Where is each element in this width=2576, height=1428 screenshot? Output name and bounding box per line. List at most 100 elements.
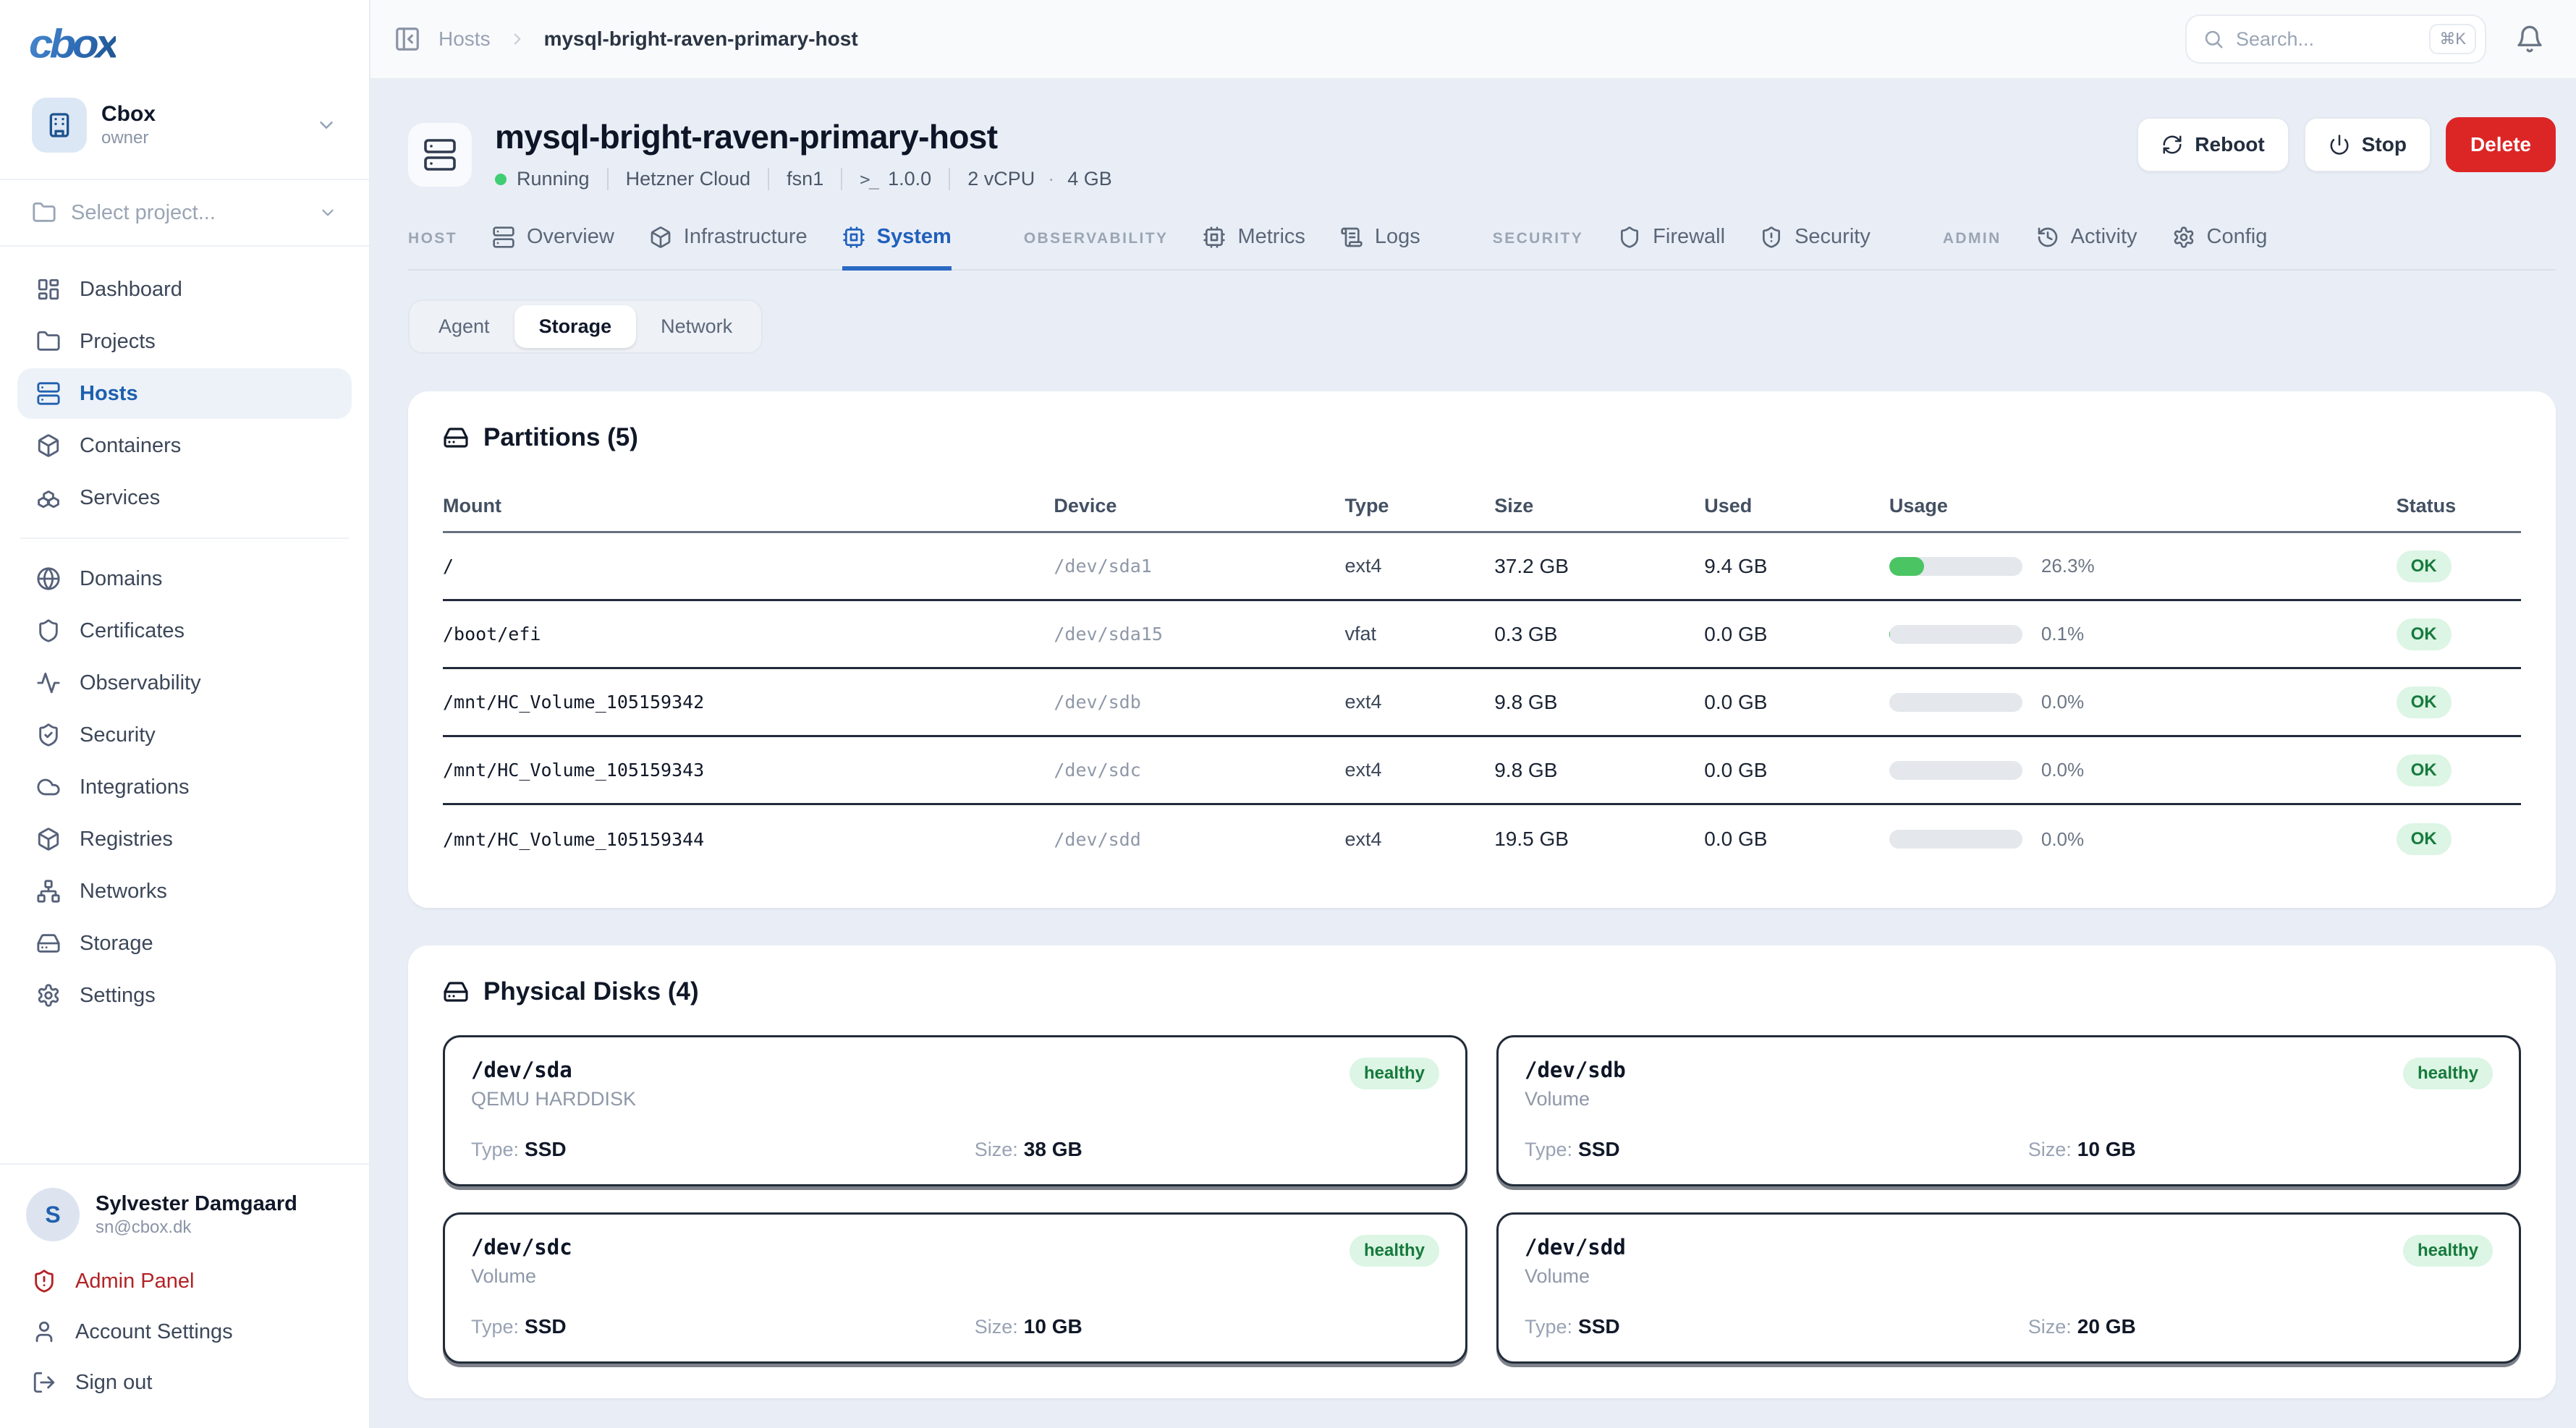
- table-row: /mnt/HC_Volume_105159344 /dev/sdd ext4 1…: [443, 805, 2521, 873]
- host-tabbar: HOST Overview Infrastructure System OBSE…: [408, 225, 2556, 271]
- delete-label: Delete: [2470, 133, 2531, 156]
- sidebar-item-networks[interactable]: Networks: [17, 866, 352, 917]
- cell-device: /dev/sdc: [1054, 760, 1344, 781]
- sidebar-item-security[interactable]: Security: [17, 710, 352, 760]
- account-settings-link[interactable]: Account Settings: [17, 1306, 352, 1357]
- subtab-agent[interactable]: Agent: [414, 305, 514, 348]
- col-type: Type: [1344, 495, 1494, 517]
- cell-size: 9.8 GB: [1494, 691, 1704, 714]
- subtab-storage[interactable]: Storage: [514, 305, 637, 348]
- cell-mount: /mnt/HC_Volume_105159343: [443, 760, 1054, 781]
- brand-logo-text: cbox: [29, 21, 116, 67]
- disk-model: Volume: [471, 1265, 572, 1288]
- package-icon: [36, 827, 61, 851]
- usage-percent: 0.0%: [2041, 691, 2084, 713]
- partitions-card: Partitions (5) Mount Device Type Size Us…: [408, 391, 2556, 908]
- topbar: Hosts mysql-bright-raven-primary-host Se…: [370, 0, 2576, 80]
- tab-infrastructure[interactable]: Infrastructure: [649, 225, 808, 271]
- cell-size: 0.3 GB: [1494, 623, 1704, 646]
- type-value: SSD: [1578, 1138, 1620, 1160]
- collapse-sidebar-icon[interactable]: [394, 25, 421, 53]
- tab-activity[interactable]: Activity: [2036, 225, 2138, 271]
- cell-usage: 0.0%: [1889, 691, 2397, 713]
- sidebar-item-integrations[interactable]: Integrations: [17, 762, 352, 812]
- gear-icon: [36, 983, 61, 1008]
- host-provider: Hetzner Cloud: [607, 168, 768, 190]
- sidebar-item-services[interactable]: Services: [17, 472, 352, 523]
- tab-security[interactable]: Security: [1760, 225, 1870, 271]
- tab-metrics[interactable]: Metrics: [1203, 225, 1305, 271]
- search-input[interactable]: Search... ⌘K: [2185, 14, 2486, 64]
- col-usage: Usage: [1889, 495, 2397, 517]
- server-icon: [36, 381, 61, 406]
- usage-bar-fill: [1889, 557, 1924, 576]
- host-memory: 4 GB: [1067, 168, 1112, 190]
- tab-logs[interactable]: Logs: [1340, 225, 1420, 271]
- sidebar-item-hosts[interactable]: Hosts: [17, 368, 352, 419]
- size-value: 38 GB: [1024, 1138, 1082, 1160]
- tab-firewall[interactable]: Firewall: [1618, 225, 1725, 271]
- disk-size: Size:10 GB: [975, 1315, 1439, 1338]
- tab-group-observability: OBSERVABILITY: [1024, 230, 1169, 269]
- brand-logo[interactable]: cbox: [0, 0, 369, 83]
- sidebar-item-registries[interactable]: Registries: [17, 814, 352, 864]
- notifications-bell-icon[interactable]: [2515, 25, 2544, 54]
- cell-status: OK: [2397, 551, 2521, 582]
- hard-drive-icon: [443, 425, 469, 451]
- status-badge: OK: [2397, 755, 2452, 786]
- disk-stats: Type:SSD Size:20 GB: [1525, 1315, 2493, 1338]
- sidebar-item-dashboard[interactable]: Dashboard: [17, 264, 352, 315]
- cell-used: 0.0 GB: [1704, 828, 1889, 851]
- disk-id: /dev/sdd Volume: [1525, 1235, 1626, 1288]
- project-selector[interactable]: Select project...: [0, 180, 369, 247]
- disk-size: Size:10 GB: [2028, 1138, 2493, 1161]
- delete-button[interactable]: Delete: [2446, 117, 2556, 172]
- box-icon: [36, 433, 61, 458]
- sidebar-item-projects[interactable]: Projects: [17, 316, 352, 367]
- table-row: /mnt/HC_Volume_105159343 /dev/sdc ext4 9…: [443, 737, 2521, 805]
- table-row: /mnt/HC_Volume_105159342 /dev/sdb ext4 9…: [443, 669, 2521, 737]
- tab-overview[interactable]: Overview: [492, 225, 614, 271]
- subtab-network[interactable]: Network: [636, 305, 757, 348]
- shield-icon: [36, 619, 61, 643]
- content: mysql-bright-raven-primary-host Running …: [370, 80, 2576, 1428]
- sidebar-item-label: Settings: [80, 984, 156, 1008]
- health-badge: healthy: [2403, 1235, 2493, 1267]
- workspace-selector[interactable]: Cbox owner: [17, 86, 352, 164]
- sidebar-item-settings[interactable]: Settings: [17, 970, 352, 1021]
- sidebar-item-label: Registries: [80, 828, 173, 851]
- disk-name: /dev/sda: [471, 1058, 636, 1082]
- cpu-gauge-icon: [1203, 226, 1226, 249]
- reboot-button[interactable]: Reboot: [2137, 117, 2289, 172]
- sidebar-item-observability[interactable]: Observability: [17, 658, 352, 708]
- activity-icon: [36, 671, 61, 695]
- sign-out-link[interactable]: Sign out: [17, 1357, 352, 1408]
- usage-percent: 26.3%: [2041, 555, 2095, 577]
- disk-card-header: /dev/sdb Volume healthy: [1525, 1058, 2493, 1110]
- sidebar-item-domains[interactable]: Domains: [17, 553, 352, 604]
- hard-drive-icon: [36, 931, 61, 956]
- tab-system[interactable]: System: [842, 225, 952, 271]
- chevron-down-icon: [315, 114, 337, 136]
- health-badge: healthy: [2403, 1058, 2493, 1089]
- user-meta: Sylvester Damgaard sn@cbox.dk: [96, 1192, 297, 1238]
- sidebar-item-containers[interactable]: Containers: [17, 420, 352, 471]
- physical-disks-title-text: Physical Disks (4): [483, 977, 699, 1006]
- tab-label: System: [877, 225, 952, 249]
- status-badge: OK: [2397, 551, 2452, 582]
- sidebar: cbox Cbox owner Select project... Dashbo…: [0, 0, 370, 1428]
- sidebar-item-certificates[interactable]: Certificates: [17, 605, 352, 656]
- cell-status: OK: [2397, 687, 2521, 718]
- sidebar-item-label: Networks: [80, 880, 167, 904]
- tab-config[interactable]: Config: [2172, 225, 2268, 271]
- status-badge: OK: [2397, 823, 2452, 855]
- breadcrumb-hosts[interactable]: Hosts: [438, 27, 491, 51]
- user-profile[interactable]: S Sylvester Damgaard sn@cbox.dk: [17, 1182, 352, 1256]
- cell-mount: /mnt/HC_Volume_105159344: [443, 829, 1054, 850]
- cell-usage: 0.1%: [1889, 623, 2397, 645]
- refresh-icon: [2161, 134, 2183, 156]
- admin-panel-link[interactable]: Admin Panel: [17, 1256, 352, 1306]
- sidebar-item-storage[interactable]: Storage: [17, 918, 352, 969]
- stop-button[interactable]: Stop: [2304, 117, 2431, 172]
- disk-card-header: /dev/sda QEMU HARDDISK healthy: [471, 1058, 1439, 1110]
